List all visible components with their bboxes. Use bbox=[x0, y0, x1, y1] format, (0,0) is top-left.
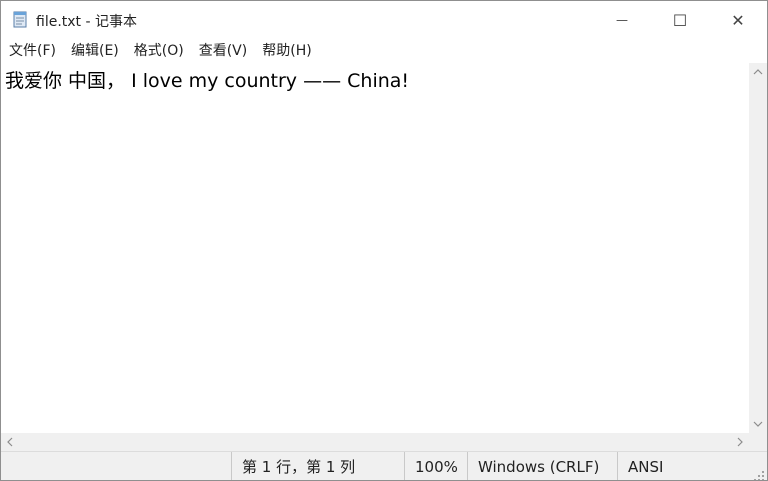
status-cursor-position: 第 1 行，第 1 列 bbox=[231, 452, 404, 480]
editor-content[interactable]: 我爱你 中国， I love my country —— China! bbox=[5, 66, 409, 93]
scrollbar-corner bbox=[749, 433, 767, 451]
status-encoding: ANSI bbox=[617, 452, 747, 480]
title-bar[interactable]: file.txt - 记事本 — ☐ ✕ bbox=[1, 1, 767, 39]
chevron-left-icon[interactable] bbox=[1, 433, 19, 451]
text-editor[interactable]: 我爱你 中国， I love my country —— China! bbox=[1, 63, 749, 433]
notepad-icon bbox=[11, 10, 29, 28]
menu-file[interactable]: 文件(F) bbox=[1, 39, 63, 63]
chevron-right-icon[interactable] bbox=[731, 433, 749, 451]
menu-view[interactable]: 查看(V) bbox=[191, 39, 255, 63]
status-line-ending: Windows (CRLF) bbox=[467, 452, 617, 480]
status-zoom: 100% bbox=[404, 452, 467, 480]
menu-edit[interactable]: 编辑(E) bbox=[63, 39, 126, 63]
chevron-up-icon[interactable] bbox=[749, 63, 767, 81]
notepad-window: file.txt - 记事本 — ☐ ✕ 文件(F) 编辑(E) 格式(O) 查… bbox=[0, 0, 768, 481]
menu-format[interactable]: 格式(O) bbox=[126, 39, 191, 63]
minimize-icon: — bbox=[616, 13, 628, 27]
maximize-button[interactable]: ☐ bbox=[651, 1, 709, 39]
close-icon: ✕ bbox=[731, 10, 745, 30]
menu-bar: 文件(F) 编辑(E) 格式(O) 查看(V) 帮助(H) bbox=[1, 39, 767, 63]
window-title: file.txt - 记事本 bbox=[36, 14, 137, 30]
horizontal-scrollbar[interactable] bbox=[1, 433, 749, 451]
chevron-down-icon[interactable] bbox=[749, 415, 767, 433]
maximize-icon: ☐ bbox=[672, 10, 688, 30]
vertical-scrollbar[interactable] bbox=[749, 63, 767, 433]
resize-grip-icon[interactable] bbox=[753, 467, 765, 480]
minimize-button[interactable]: — bbox=[593, 1, 651, 39]
close-button[interactable]: ✕ bbox=[709, 1, 767, 39]
status-bar: 第 1 行，第 1 列 100% Windows (CRLF) ANSI bbox=[1, 451, 767, 480]
menu-help[interactable]: 帮助(H) bbox=[254, 39, 318, 63]
